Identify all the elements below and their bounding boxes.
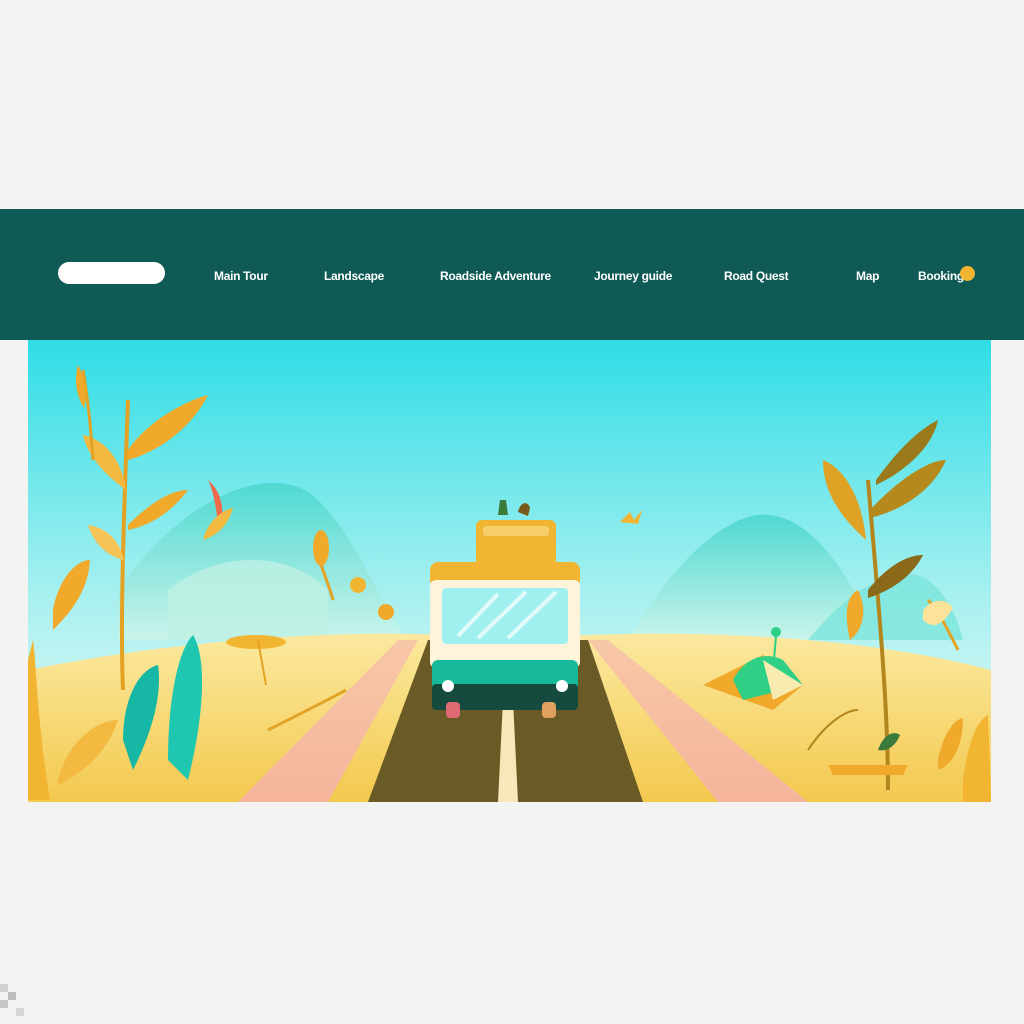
watermark-icon: [0, 984, 24, 1016]
yellow-dot-icon[interactable]: [960, 266, 975, 281]
nav-item-road-quest[interactable]: Road Quest: [724, 267, 789, 285]
nav-item-roadside-adventure[interactable]: Roadside Adventure: [440, 267, 551, 285]
nav-item-map[interactable]: Map: [856, 267, 879, 285]
nav-item-journey-guide[interactable]: Journey guide: [594, 267, 672, 285]
top-navigation-bar: Main Tour Landscape Roadside Adventure J…: [0, 209, 1024, 340]
road-trip-scene: [28, 340, 991, 802]
nav-item-landscape[interactable]: Landscape: [324, 267, 384, 285]
nav-item-main-tour[interactable]: Main Tour: [214, 267, 268, 285]
logo-pill[interactable]: [58, 262, 165, 284]
nav-item-booking[interactable]: Booking: [918, 267, 964, 285]
hero-illustration: [28, 340, 991, 802]
